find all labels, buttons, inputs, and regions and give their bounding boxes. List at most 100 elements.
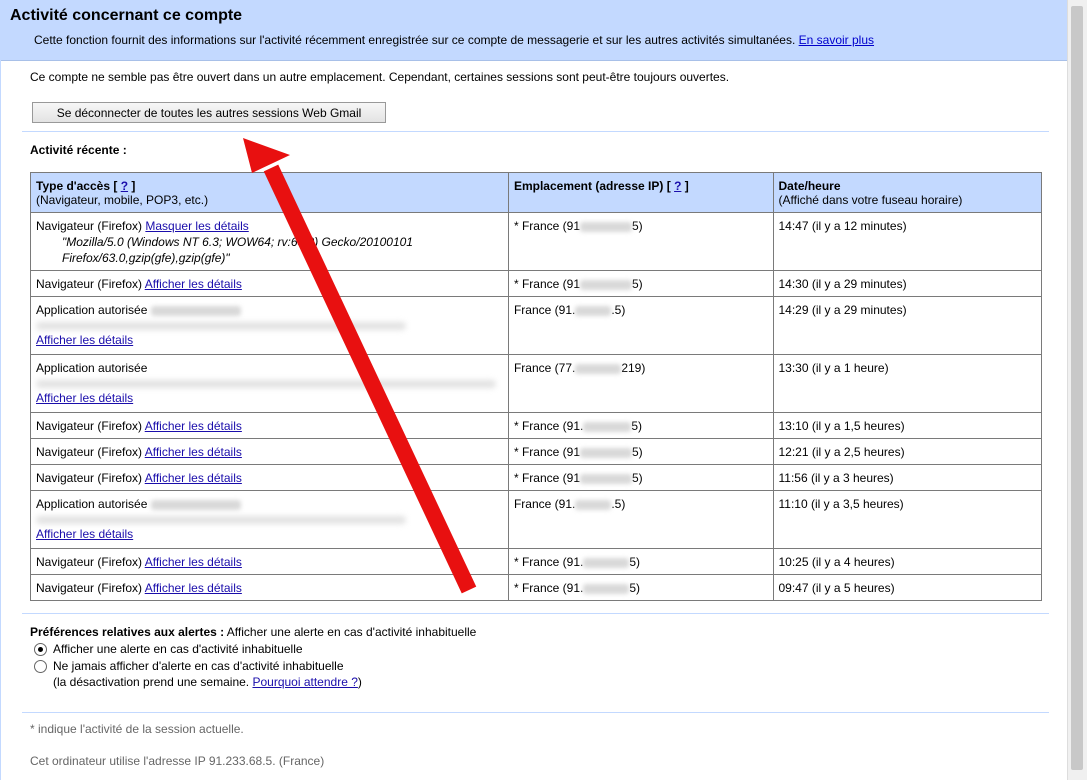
show-details-link[interactable]: Afficher les détails xyxy=(145,277,242,291)
vertical-scrollbar[interactable] xyxy=(1067,0,1087,780)
redacted-ip xyxy=(580,221,632,232)
access-type: Navigateur (Firefox) xyxy=(36,581,143,595)
location-prefix: France (91. xyxy=(513,497,576,511)
access-type-cell: Navigateur (Firefox) Afficher les détail… xyxy=(30,412,509,439)
show-details-link[interactable]: Afficher les détails xyxy=(145,555,242,569)
location-suffix: 5) xyxy=(632,219,643,233)
col-access-type-sub: (Navigateur, mobile, POP3, etc.) xyxy=(36,193,209,207)
show-details-link[interactable]: Afficher les détails xyxy=(145,419,242,433)
location-help-link[interactable]: ? xyxy=(674,179,681,193)
alert-preferences-current: Afficher une alerte en cas d'activité in… xyxy=(226,625,477,639)
radio-label: Afficher une alerte en cas d'activité in… xyxy=(53,642,303,656)
access-type-cell: Navigateur (Firefox) Afficher les détail… xyxy=(30,548,509,575)
redacted-ip xyxy=(583,557,630,568)
access-type-cell: Navigateur (Firefox) Afficher les détail… xyxy=(30,574,509,601)
show-details-link[interactable]: Afficher les détails xyxy=(145,445,242,459)
page-title: Activité concernant ce compte xyxy=(10,7,243,24)
user-agent-line: "Mozilla/5.0 (Windows NT 6.3; WOW64; rv:… xyxy=(62,235,413,249)
location-prefix: France (91. xyxy=(513,303,576,317)
access-type-help-link[interactable]: ? xyxy=(121,179,128,193)
alert-preferences-label: Préférences relatives aux alertes : xyxy=(30,625,225,639)
table-row: Navigateur (Firefox) Afficher les détail… xyxy=(30,438,1042,465)
col-datetime: Date/heure (Affiché dans votre fuseau hor… xyxy=(772,172,1042,213)
ip-footnote: Cet ordinateur utilise l'adresse IP 91.2… xyxy=(30,754,325,768)
logout-other-sessions-button[interactable]: Se déconnecter de toutes les autres sess… xyxy=(32,102,386,123)
hide-details-link[interactable]: Masquer les détails xyxy=(145,219,248,233)
table-row: Application autorisée Afficher les détail… xyxy=(30,354,1042,413)
location-prefix: France (77. xyxy=(513,361,576,375)
show-details-link[interactable]: Afficher les détails xyxy=(145,581,242,595)
col-access-type: Type d'accès [ ? ] (Navigateur, mobile, P… xyxy=(30,172,509,213)
col-access-type-title: Type d'accès xyxy=(36,179,111,193)
location-prefix: * France (91 xyxy=(513,471,580,485)
location-cell: * France (91. 5) xyxy=(507,574,774,601)
divider xyxy=(22,613,1049,614)
access-type-cell: Navigateur (Firefox) Afficher les détail… xyxy=(30,464,509,491)
note-end: ) xyxy=(357,675,362,689)
access-type: Navigateur (Firefox) xyxy=(36,555,143,569)
redacted-app-name xyxy=(36,322,406,330)
time-cell: 09:47 (il y a 5 heures) xyxy=(772,574,1042,601)
account-activity-page: Activité concernant ce compte Cette fonc… xyxy=(0,0,1068,780)
redacted-app-name xyxy=(36,380,496,388)
alert-option-never[interactable]: Ne jamais afficher d'alerte en cas d'act… xyxy=(34,659,476,673)
table-row: Navigateur (Firefox) Afficher les détail… xyxy=(30,548,1042,575)
access-type: Navigateur (Firefox) xyxy=(36,471,143,485)
redacted-app-id xyxy=(150,305,241,316)
table-row: Navigateur (Firefox) Afficher les détail… xyxy=(30,270,1042,297)
show-details-link[interactable]: Afficher les détails xyxy=(36,527,133,541)
learn-more-link[interactable]: En savoir plus xyxy=(799,33,874,47)
show-details-link[interactable]: Afficher les détails xyxy=(145,471,242,485)
disable-note-text: (la désactivation prend une semaine. xyxy=(53,675,250,689)
location-prefix: * France (91. xyxy=(513,419,584,433)
location-suffix: .5) xyxy=(611,303,626,317)
access-type: Application autorisée xyxy=(36,497,148,511)
location-prefix: * France (91. xyxy=(513,555,584,569)
access-type-cell: Navigateur (Firefox) Afficher les détail… xyxy=(30,438,509,465)
alert-preferences-heading: Préférences relatives aux alertes : Affi… xyxy=(30,625,476,639)
time-cell: 12:21 (il y a 2,5 heures) xyxy=(772,438,1042,465)
time-cell: 14:47 (il y a 12 minutes) xyxy=(772,212,1042,271)
show-details-link[interactable]: Afficher les détails xyxy=(36,391,133,405)
location-cell: * France (91 5) xyxy=(507,438,774,465)
page-description: Cette fonction fournit des informations … xyxy=(10,25,1068,47)
location-prefix: * France (91 xyxy=(513,219,580,233)
user-agent-line: Firefox/63.0,gzip(gfe),gzip(gfe)" xyxy=(62,251,230,265)
table-row: Application autorisée Afficher les détai… xyxy=(30,490,1042,549)
time-cell: 14:29 (il y a 29 minutes) xyxy=(772,296,1042,355)
location-cell: France (91. .5) xyxy=(507,490,774,549)
time-cell: 13:30 (il y a 1 heure) xyxy=(772,354,1042,413)
redacted-ip xyxy=(583,421,632,432)
location-cell: France (91. .5) xyxy=(507,296,774,355)
location-prefix: * France (91 xyxy=(513,445,580,459)
col-datetime-sub: (Affiché dans votre fuseau horaire) xyxy=(778,193,963,207)
why-wait-link[interactable]: Pourquoi attendre ? xyxy=(252,675,357,689)
location-suffix: .5) xyxy=(611,497,626,511)
show-details-link[interactable]: Afficher les détails xyxy=(36,333,133,347)
alert-option-show[interactable]: Afficher une alerte en cas d'activité in… xyxy=(34,642,476,656)
location-cell: * France (91 5) xyxy=(507,464,774,491)
recent-activity-label: Activité récente : xyxy=(30,143,127,157)
redacted-ip xyxy=(580,473,632,484)
location-suffix: 5) xyxy=(632,277,643,291)
access-type-cell: Application autorisée Afficher les détai… xyxy=(30,296,509,355)
table-row: Navigateur (Firefox) Afficher les détail… xyxy=(30,464,1042,491)
scrollbar-thumb[interactable] xyxy=(1071,6,1083,770)
time-cell: 11:56 (il y a 3 heures) xyxy=(772,464,1042,491)
access-type: Navigateur (Firefox) xyxy=(36,445,143,459)
radio-never-alert[interactable] xyxy=(34,659,47,673)
redacted-ip xyxy=(575,363,622,374)
divider xyxy=(22,712,1049,713)
redacted-app-id xyxy=(150,499,241,510)
radio-show-alert[interactable] xyxy=(34,642,47,656)
arrow-head xyxy=(243,138,290,173)
time-cell: 14:30 (il y a 29 minutes) xyxy=(772,270,1042,297)
access-type-cell: Application autorisée Afficher les détail… xyxy=(30,354,509,413)
radio-label: Ne jamais afficher d'alerte en cas d'act… xyxy=(53,659,344,673)
location-prefix: * France (91 xyxy=(513,277,580,291)
location-suffix: 5) xyxy=(631,419,643,433)
redacted-ip xyxy=(575,305,612,316)
header: Activité concernant ce compte Cette fonc… xyxy=(1,0,1068,61)
table-row: Application autorisée Afficher les détai… xyxy=(30,296,1042,355)
time-cell: 11:10 (il y a 3,5 heures) xyxy=(772,490,1042,549)
